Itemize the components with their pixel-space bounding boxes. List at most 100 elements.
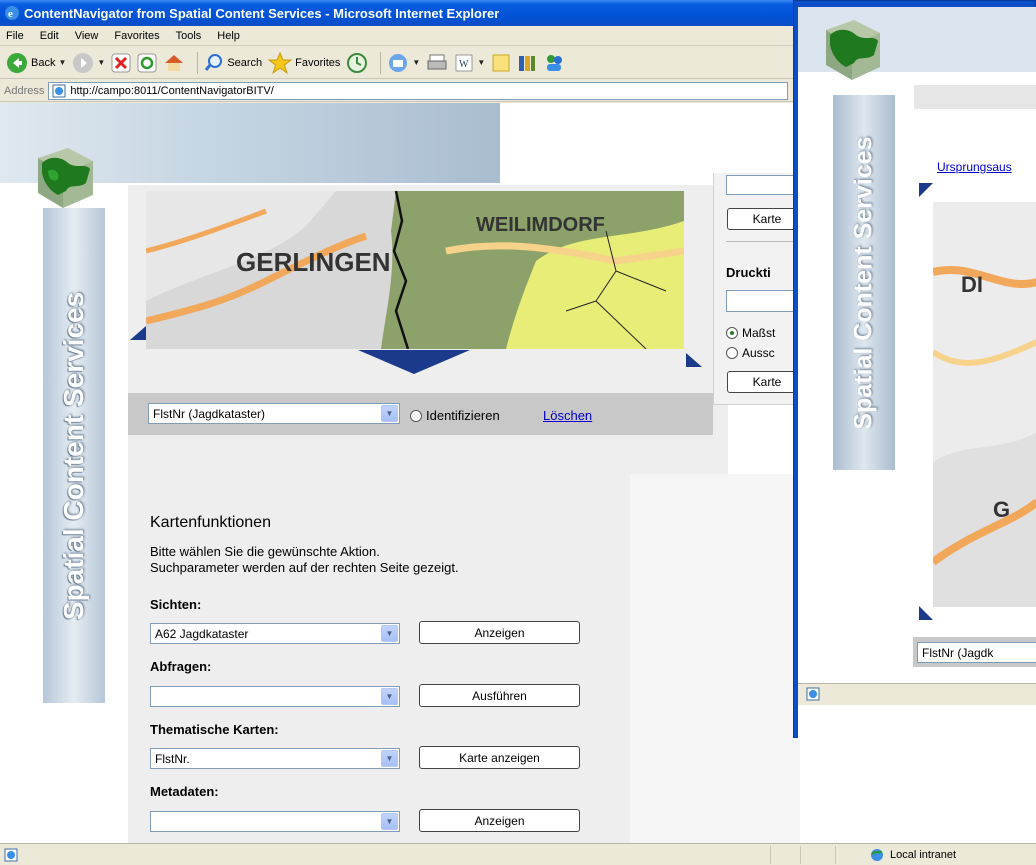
queries-run-button[interactable]: Ausführen (419, 684, 580, 707)
menu-view[interactable]: View (67, 30, 107, 42)
history-icon (347, 52, 368, 73)
map-functions-panel: Kartenfunktionen Bitte wählen Sie die ge… (128, 474, 630, 843)
refresh-button[interactable] (137, 53, 157, 73)
radio-scale[interactable]: Maßst (726, 326, 775, 340)
second-window-content: Spatial Content Services Ursprungsaus DI… (798, 7, 1036, 739)
views-show-button[interactable]: Anzeigen (419, 621, 580, 644)
history-button[interactable] (346, 52, 368, 74)
functions-title: Kartenfunktionen (150, 514, 271, 531)
globe-cube-logo (826, 20, 880, 80)
status-bar: Local intranet (0, 843, 1036, 865)
ie-icon: e (5, 6, 19, 20)
second-map-view[interactable]: DI G (933, 202, 1036, 607)
search-button[interactable]: Search (204, 53, 262, 73)
thematic-show-button[interactable]: Karte anzeigen (419, 746, 580, 769)
stop-button[interactable] (111, 53, 131, 73)
second-layer-select[interactable]: FlstNr (Jagdk (917, 642, 1036, 663)
radio-icon[interactable] (410, 409, 422, 422)
chevron-down-icon[interactable]: ▼ (381, 625, 398, 642)
globe-cube-logo (38, 148, 93, 208)
research-button[interactable] (517, 53, 537, 73)
pan-down-arrow-icon[interactable] (358, 350, 470, 374)
map-label-gerlingen: GERLINGEN (236, 247, 391, 277)
forward-button[interactable]: ▼ (72, 52, 105, 74)
print-panel: Karte Druckti Maßst Aussc Karte (713, 173, 807, 405)
views-select[interactable]: A62 Jagdkataster ▼ (150, 623, 400, 644)
radio-extent[interactable]: Aussc (726, 346, 775, 360)
printer-icon (427, 54, 447, 69)
queries-select[interactable]: ▼ (150, 686, 400, 707)
page-status-icon (4, 848, 18, 861)
metadata-show-button[interactable]: Anzeigen (419, 809, 580, 832)
status-divider (770, 845, 771, 864)
menu-favorites[interactable]: Favorites (106, 30, 167, 42)
metadata-label: Metadaten: (150, 784, 219, 799)
print-button[interactable] (426, 53, 448, 73)
mail-icon (389, 53, 408, 72)
second-search-bar: FlstNr (Jagdk (913, 637, 1036, 667)
side-banner: Spatial Content Services (43, 208, 105, 703)
globe-icon (871, 848, 883, 861)
word-icon: W (455, 54, 473, 71)
favorites-button[interactable]: Favorites (268, 51, 340, 74)
chevron-down-icon[interactable]: ▼ (381, 750, 398, 767)
second-status-bar (798, 683, 1036, 705)
radio-icon[interactable] (726, 347, 738, 359)
pan-left-arrow-icon[interactable] (130, 326, 146, 340)
page-icon (52, 84, 66, 97)
note-button[interactable] (491, 53, 511, 73)
security-zone: Local intranet (870, 848, 956, 862)
menu-help[interactable]: Help (209, 30, 248, 42)
home-icon (165, 54, 184, 71)
second-map-label-1: DI (961, 272, 983, 297)
thematic-select[interactable]: FlstNr. ▼ (150, 748, 400, 769)
search-icon (205, 53, 223, 71)
menu-file[interactable]: File (0, 30, 32, 42)
status-divider (800, 845, 801, 864)
views-label: Sichten: (150, 597, 202, 612)
pan-down-left-arrow-icon[interactable] (919, 606, 933, 620)
toolbar-separator (380, 51, 382, 74)
functions-description: Bitte wählen Sie die gewünschte Aktion. … (150, 544, 459, 575)
second-toolbar-strip (914, 85, 1036, 109)
status-divider (835, 845, 836, 864)
back-button[interactable]: Back ▼ (6, 52, 66, 74)
pan-right-arrow-icon[interactable] (686, 353, 702, 367)
svg-text:W: W (459, 59, 469, 70)
metadata-select[interactable]: ▼ (150, 811, 400, 832)
menu-edit[interactable]: Edit (32, 30, 67, 42)
messenger-button[interactable] (543, 53, 565, 73)
chevron-down-icon[interactable]: ▼ (412, 58, 420, 67)
clear-link[interactable]: Löschen (543, 408, 592, 423)
search-layer-select[interactable]: FlstNr (Jagdkataster) ▼ (148, 403, 400, 424)
refresh-icon (137, 53, 157, 72)
chevron-down-icon[interactable]: ▼ (381, 688, 398, 705)
forward-arrow-icon (73, 52, 94, 73)
identify-radio[interactable]: Identifizieren (410, 408, 500, 423)
address-label: Address (4, 84, 45, 97)
search-bar: FlstNr (Jagdkataster) ▼ Identifizieren L… (128, 393, 713, 435)
second-map-label-2: G (993, 497, 1010, 522)
banner-text: Spatial Content Services (58, 291, 89, 620)
queries-label: Abfragen: (150, 659, 212, 674)
address-field[interactable]: http://campo:8011/ContentNavigatorBITV/ (48, 81, 789, 100)
pan-up-arrow-icon[interactable] (919, 183, 933, 197)
origin-extent-link[interactable]: Ursprungsaus (937, 160, 1012, 174)
back-arrow-icon (7, 52, 27, 73)
chevron-down-icon[interactable]: ▼ (97, 58, 105, 67)
star-icon (268, 51, 293, 74)
radio-selected-icon[interactable] (726, 327, 738, 339)
chevron-down-icon[interactable]: ▼ (58, 58, 66, 67)
messenger-icon (547, 54, 563, 71)
menu-tools[interactable]: Tools (168, 30, 210, 42)
second-banner-text: Spatial Content Services (849, 135, 878, 430)
chevron-down-icon[interactable]: ▼ (477, 58, 485, 67)
edit-button[interactable]: W ▼ (454, 53, 485, 73)
chevron-down-icon[interactable]: ▼ (381, 405, 398, 422)
map-label-weilimdorf: WEILIMDORF (476, 214, 605, 236)
mail-button[interactable]: ▼ (387, 52, 420, 74)
second-browser-window: Spatial Content Services Ursprungsaus DI… (793, 0, 1036, 739)
home-button[interactable] (163, 53, 185, 73)
map-view[interactable]: GERLINGEN WEILIMDORF (146, 191, 684, 349)
chevron-down-icon[interactable]: ▼ (381, 813, 398, 830)
